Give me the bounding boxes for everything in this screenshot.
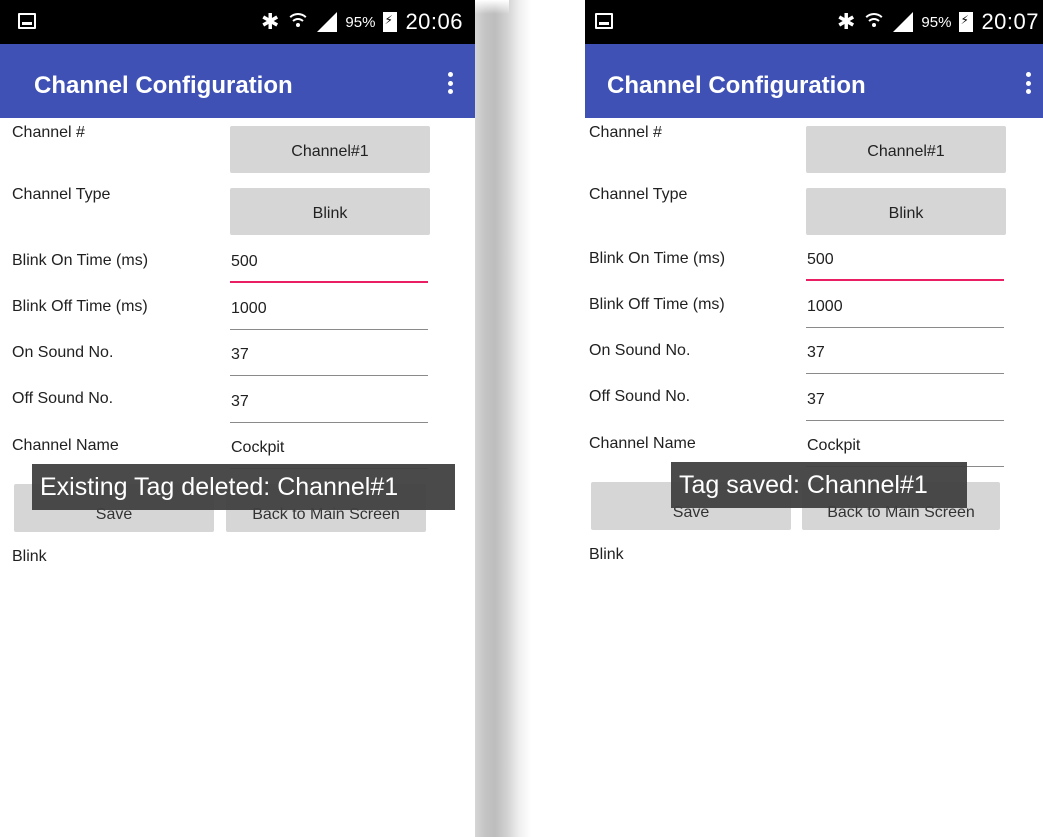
off-sound-input[interactable]: 37 bbox=[230, 393, 428, 423]
status-icons: ✱ 95% 20:06 bbox=[261, 8, 463, 36]
on-sound-input[interactable]: 37 bbox=[230, 346, 428, 376]
channel-select-button[interactable]: Channel#1 bbox=[230, 126, 430, 173]
bluetooth-icon: ✱ bbox=[260, 9, 280, 35]
channel-type-button[interactable]: Blink bbox=[230, 188, 430, 235]
screenshot-divider-shadow bbox=[475, 0, 585, 837]
app-title: Channel Configuration bbox=[607, 72, 866, 99]
battery-percent: 95% bbox=[345, 13, 376, 31]
blink-off-time-input[interactable]: 1000 bbox=[230, 300, 428, 330]
toast-message: Tag saved: Channel#1 bbox=[671, 462, 967, 508]
signal-icon bbox=[317, 12, 338, 32]
clock: 20:07 bbox=[981, 9, 1039, 34]
off-sound-input[interactable]: 37 bbox=[806, 391, 1004, 421]
channel-number-label: Channel # bbox=[589, 124, 662, 141]
blink-on-time-label: Blink On Time (ms) bbox=[12, 252, 149, 269]
blink-on-time-input[interactable]: 500 bbox=[230, 253, 428, 283]
off-sound-label: Off Sound No. bbox=[589, 388, 691, 405]
signal-icon bbox=[893, 12, 914, 32]
app-bar: Channel Configuration bbox=[585, 44, 1043, 118]
channel-number-label: Channel # bbox=[12, 124, 85, 141]
channel-type-label: Channel Type bbox=[589, 186, 688, 203]
battery-percent: 95% bbox=[921, 13, 952, 31]
bluetooth-icon: ✱ bbox=[836, 9, 856, 35]
channel-type-button[interactable]: Blink bbox=[806, 188, 1006, 235]
phone-screen-left: ✱ 95% 20:06 Channel Configuration Channe… bbox=[0, 0, 475, 837]
status-text: Blink bbox=[12, 548, 47, 565]
screenshot-icon bbox=[18, 13, 36, 29]
on-sound-label: On Sound No. bbox=[589, 342, 691, 359]
channel-name-label: Channel Name bbox=[589, 435, 696, 452]
channel-name-label: Channel Name bbox=[12, 437, 119, 454]
blink-on-time-input[interactable]: 500 bbox=[806, 251, 1004, 281]
wifi-icon bbox=[286, 11, 311, 33]
status-icons: ✱ 95% 20:07 bbox=[837, 8, 1039, 36]
clock: 20:06 bbox=[405, 9, 463, 34]
blink-off-time-label: Blink Off Time (ms) bbox=[589, 296, 725, 313]
on-sound-label: On Sound No. bbox=[12, 344, 114, 361]
status-bar: ✱ 95% 20:06 bbox=[0, 0, 475, 44]
status-bar: ✱ 95% 20:07 bbox=[585, 0, 1043, 44]
off-sound-label: Off Sound No. bbox=[12, 390, 114, 407]
toast-message: Existing Tag deleted: Channel#1 bbox=[32, 464, 455, 510]
app-title: Channel Configuration bbox=[34, 72, 293, 99]
phone-screen-right: ✱ 95% 20:07 Channel Configuration Channe… bbox=[585, 0, 1043, 837]
battery-icon bbox=[383, 12, 398, 32]
app-bar: Channel Configuration bbox=[0, 44, 475, 118]
battery-icon bbox=[959, 12, 974, 32]
overflow-menu-icon[interactable] bbox=[1025, 72, 1031, 94]
blink-off-time-label: Blink Off Time (ms) bbox=[12, 298, 148, 315]
status-text: Blink bbox=[589, 546, 624, 563]
blink-on-time-label: Blink On Time (ms) bbox=[589, 250, 726, 267]
screenshot-icon bbox=[595, 13, 613, 29]
overflow-menu-icon[interactable] bbox=[447, 72, 453, 94]
channel-select-button[interactable]: Channel#1 bbox=[806, 126, 1006, 173]
on-sound-input[interactable]: 37 bbox=[806, 344, 1004, 374]
blink-off-time-input[interactable]: 1000 bbox=[806, 298, 1004, 328]
channel-type-label: Channel Type bbox=[12, 186, 111, 203]
wifi-icon bbox=[862, 11, 887, 33]
